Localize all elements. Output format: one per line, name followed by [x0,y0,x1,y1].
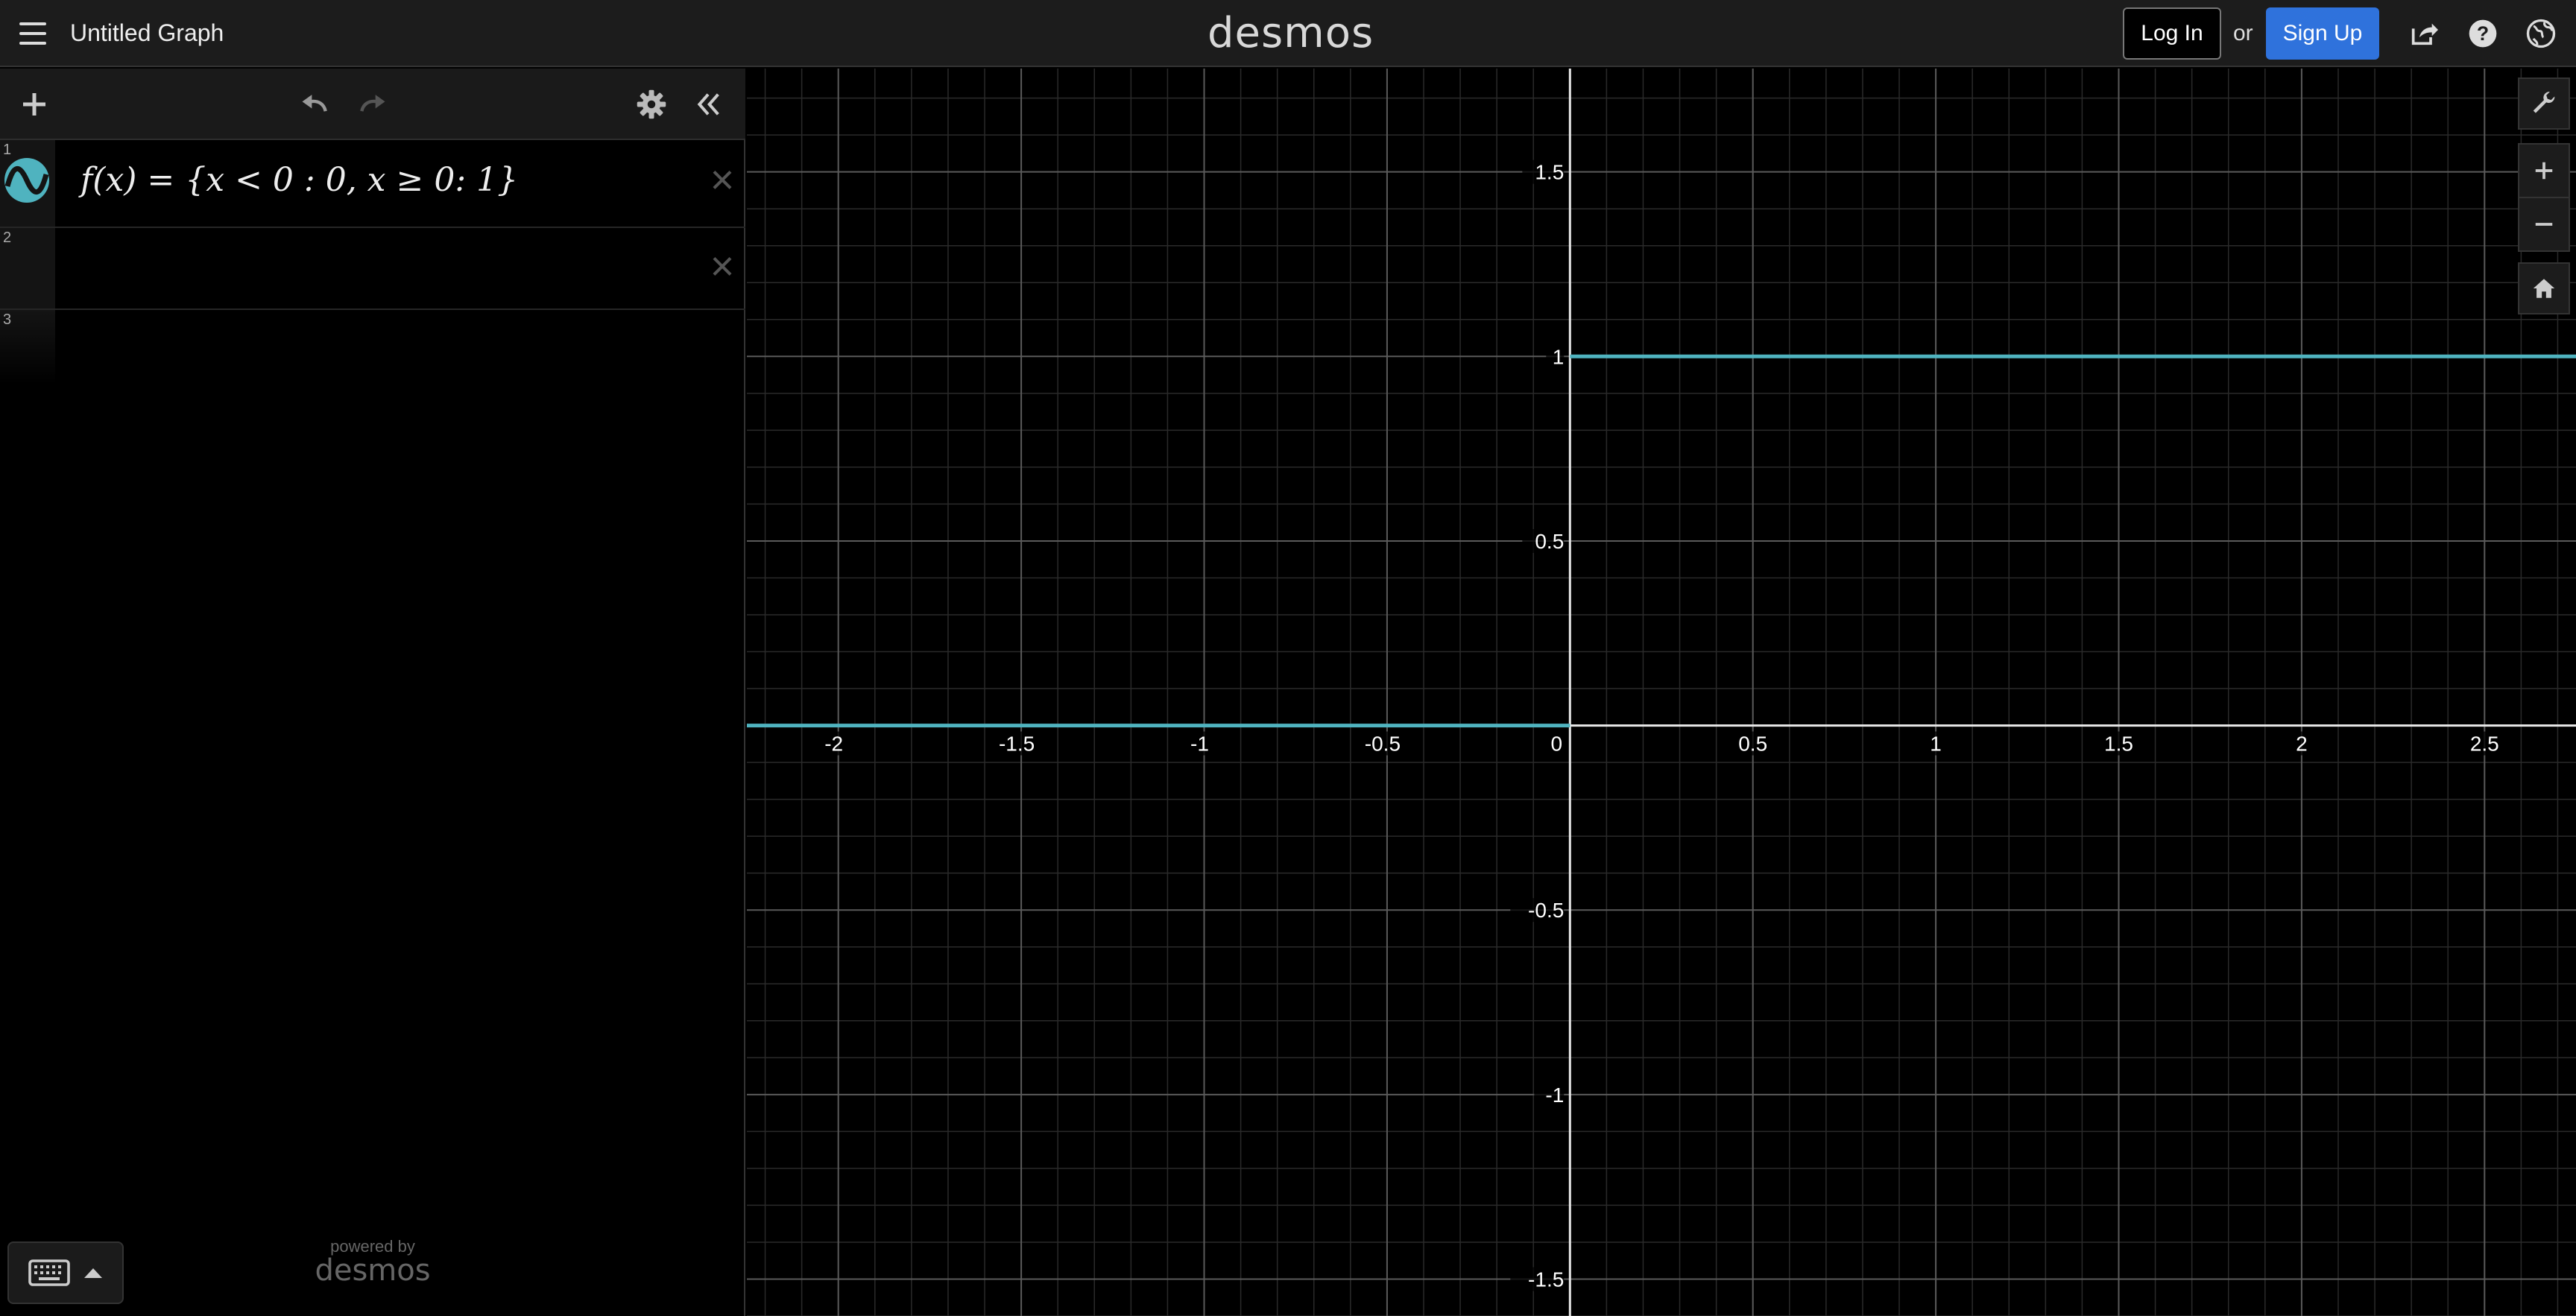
top-bar: Untitled Graph desmos Log In or Sign Up … [0,0,2576,67]
menu-icon[interactable] [16,18,48,49]
x-tick-label: 2 [2296,733,2308,756]
y-tick-label: 1.5 [1535,161,1564,184]
row-gutter: 1 [0,140,55,227]
row-gutter: 3 [0,310,55,385]
or-label: or [2233,21,2253,45]
expression-row[interactable]: 2 × [0,228,745,310]
redo-icon[interactable] [353,85,392,124]
gear-icon[interactable] [632,85,671,124]
x-tick-label: 0.5 [1738,733,1767,756]
row-number: 2 [3,230,12,246]
login-button[interactable]: Log In [2123,7,2221,60]
delete-icon[interactable]: × [704,245,741,287]
x-tick-label: 1 [1930,733,1942,756]
zoom-in-icon[interactable] [2518,143,2570,198]
home-icon[interactable] [2518,262,2570,314]
expression-row[interactable]: 3 [0,310,745,385]
svg-text:?: ? [2477,22,2489,45]
plus-icon[interactable] [15,85,54,124]
x-tick-label: 1.5 [2104,733,2133,756]
y-tick-label: 0.5 [1535,530,1564,553]
x-tick-label: 0 [1551,733,1563,756]
row-gutter: 2 [0,228,55,309]
y-tick-label: -1 [1545,1084,1564,1107]
expression-formula[interactable]: f(x) = {x < 0 : 0, x ≥ 0: 1} [80,161,518,199]
keyboard-icon [28,1259,70,1286]
y-tick-label: -1.5 [1528,1268,1564,1291]
undo-icon[interactable] [295,85,334,124]
help-icon[interactable]: ? [2466,16,2500,51]
row-number: 3 [3,311,12,328]
y-tick-label: 1 [1553,345,1565,368]
expression-toolbar [0,69,745,140]
delete-icon[interactable]: × [704,159,741,200]
expression-row[interactable]: 1 f(x) = {x < 0 : 0, x ≥ 0: 1} × [0,140,745,228]
keyboard-toggle-button[interactable] [7,1241,124,1304]
x-tick-label: 2.5 [2470,733,2499,756]
zoom-out-icon[interactable] [2518,197,2570,252]
graph-canvas[interactable]: -2 -1.5 -1 -0.5 0 0.5 1 1.5 2 2.5 1.5 1 0.5 -0.5 -1 -1.… [747,69,2576,1316]
expression-panel: 1 f(x) = {x < 0 : 0, x ≥ 0: 1} × 2 × 3 p… [0,69,745,1316]
graph-paper[interactable]: -2 -1.5 -1 -0.5 0 0.5 1 1.5 2 2.5 1.5 1 0.5 -0.5 -1 -1.… [747,69,2576,1316]
x-tick-label: -1 [1190,733,1209,756]
x-tick-label: -0.5 [1365,733,1401,756]
powered-by-logo: powered by desmos [313,1237,432,1288]
x-tick-label: -2 [824,733,843,756]
graph-color-icon[interactable] [3,156,51,204]
share-icon[interactable] [2406,16,2440,51]
graph-settings-wrench-icon[interactable] [2518,77,2570,130]
desmos-brand: desmos [315,1253,431,1288]
graph-title[interactable]: Untitled Graph [70,19,224,47]
signup-button[interactable]: Sign Up [2266,7,2379,60]
collapse-icon[interactable] [689,85,727,124]
y-tick-label: -0.5 [1528,899,1564,922]
desmos-app: Untitled Graph desmos Log In or Sign Up … [0,0,2576,1316]
caret-up-icon [84,1268,102,1278]
desmos-logo: desmos [1208,9,1374,57]
x-tick-label: -1.5 [999,733,1035,756]
globe-icon[interactable] [2524,16,2558,51]
